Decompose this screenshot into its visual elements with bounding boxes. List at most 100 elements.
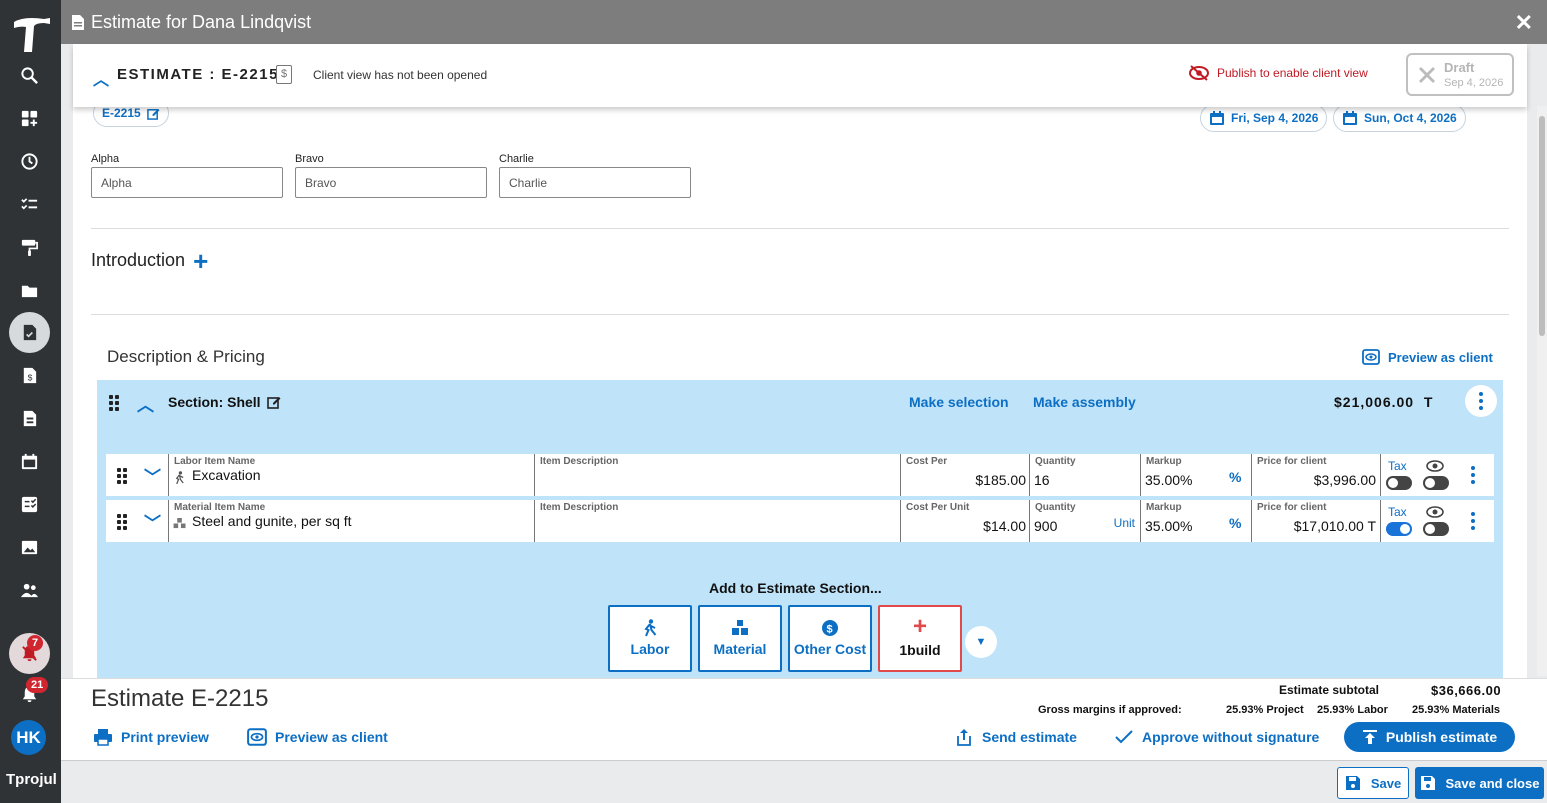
close-icon[interactable]: ✕ [1515,10,1533,36]
markup-value: 35.00% [1145,472,1193,488]
save-and-close-button[interactable]: Save and close [1415,767,1544,799]
checklist-icon[interactable] [14,189,44,219]
cost-cell[interactable]: Cost Per $185.00 [900,454,1029,496]
alerts-badge: 7 [27,635,44,651]
cost-label: Cost Per [906,456,948,467]
preview-as-client-link[interactable]: Preview as client [1362,349,1493,365]
cost-label: Cost Per Unit [906,502,970,513]
price-cell[interactable]: Price for client $3,996.00 [1251,454,1381,496]
divider [91,314,1509,315]
labor-person-icon [644,619,657,637]
end-date-chip[interactable]: Sun, Oct 4, 2026 [1333,104,1466,132]
tax-toggle[interactable] [1386,522,1412,536]
purchase-order-icon[interactable] [14,403,44,433]
make-assembly-link[interactable]: Make assembly [1033,394,1136,410]
send-estimate-button[interactable]: Send estimate [954,728,1077,746]
section-drag-handle-icon[interactable] [109,395,119,411]
estimate-section: ︿ Section: Shell Make selection Make ass… [97,380,1503,678]
collapse-header-icon[interactable]: ︿ [93,66,109,90]
quantity-cell[interactable]: Quantity 900 Unit [1029,500,1140,542]
subtotal-value: $36,666.00 [1431,683,1502,698]
material-boxes-icon [173,518,186,529]
publish-to-enable-link[interactable]: Publish to enable client view [1189,65,1368,81]
people-icon[interactable] [14,575,44,605]
visibility-toggle[interactable] [1423,476,1449,490]
price-label: Price for client [1257,456,1327,467]
markup-cell[interactable]: Markup 35.00% % [1140,454,1251,496]
estimate-modal: Estimate for Dana Lindqvist ✕ E-2215 Fri… [61,0,1547,803]
add-labor-label: Labor [630,641,670,657]
paint-roller-icon[interactable] [14,232,44,262]
more-add-options-button[interactable]: ▼ [965,626,997,658]
subtotal-label: Estimate subtotal [1279,683,1380,697]
gross-margin-project: 25.93% Project [1226,704,1304,716]
field-charlie-input[interactable] [499,167,691,198]
start-date: Fri, Sep 4, 2026 [1231,111,1319,125]
price-cell[interactable]: Price for client $17,010.00 T [1251,500,1381,542]
task-board-icon[interactable] [14,489,44,519]
section-title-text: Section: Shell [168,394,261,410]
row-more-icon[interactable] [1471,466,1475,484]
quantity-cell[interactable]: Quantity 16 [1029,454,1140,496]
item-name-cell[interactable]: Material Item Name Steel and gunite, per… [168,500,534,542]
publish-estimate-button[interactable]: Publish estimate [1344,722,1515,752]
visibility-toggle[interactable] [1423,522,1449,536]
add-other-cost-button[interactable]: $ Other Cost [788,605,872,672]
row-expand-icon[interactable]: ﹀ [144,509,161,534]
eye-icon [1362,349,1380,365]
tax-label: Tax [1388,505,1407,519]
print-preview-button[interactable]: Print preview [93,728,209,746]
bottom-action-bar: Save Save and close [61,760,1547,803]
eye-icon [1426,506,1444,518]
edit-icon[interactable] [266,395,281,409]
item-description-cell[interactable]: Item Description [534,454,900,496]
photos-icon[interactable] [14,532,44,562]
section-collapse-icon[interactable]: ︿ [137,391,154,416]
field-bravo-input[interactable] [295,167,487,198]
row-expand-icon[interactable]: ﹀ [144,463,161,488]
row-drag-handle-icon[interactable] [117,468,127,484]
make-selection-link[interactable]: Make selection [909,394,1009,410]
unit-selector[interactable]: Unit [1114,516,1135,530]
approve-without-signature-button[interactable]: Approve without signature [1114,728,1319,746]
add-material-button[interactable]: Material [698,605,782,672]
row-more-icon[interactable] [1471,512,1475,530]
hammer-logo-icon[interactable] [10,14,52,54]
markup-cell[interactable]: Markup 35.00% % [1140,500,1251,542]
folder-icon[interactable] [14,275,44,305]
footer-preview-as-client-button[interactable]: Preview as client [247,728,388,746]
markup-unit-toggle[interactable]: % [1229,469,1241,485]
calendar-icon[interactable] [14,446,44,476]
add-1build-button[interactable]: + 1build [878,605,962,672]
publish-to-enable-label: Publish to enable client view [1217,66,1368,80]
scrollbar[interactable] [1537,106,1547,676]
quantity-label: Quantity [1035,456,1076,467]
edit-icon[interactable] [146,107,160,120]
add-labor-button[interactable]: Labor [608,605,692,672]
scrollbar-thumb[interactable] [1539,116,1545,336]
user-avatar[interactable]: HK [11,720,46,755]
add-introduction-plus-icon[interactable]: + [193,248,208,274]
markup-value: 35.00% [1145,518,1193,534]
section-more-button[interactable] [1465,385,1497,417]
svg-text:$: $ [827,624,833,636]
draft-title: Draft [1444,60,1475,75]
item-name-cell[interactable]: Labor Item Name Excavation [168,454,534,496]
labor-person-icon [175,471,184,484]
estimates-icon[interactable] [9,312,50,353]
tax-toggle[interactable] [1386,476,1412,490]
field-alpha-input[interactable] [91,167,283,198]
markup-unit-toggle[interactable]: % [1229,515,1241,531]
item-description-cell[interactable]: Item Description [534,500,900,542]
scroll-area[interactable]: E-2215 Fri, Sep 4, 2026 Sun, Oct 4, 2026… [61,44,1547,678]
quantity-value: 900 [1034,518,1058,534]
invoice-icon[interactable]: $ [14,360,44,390]
cost-cell[interactable]: Cost Per Unit $14.00 [900,500,1029,542]
dashboard-icon[interactable] [14,103,44,133]
save-button[interactable]: Save [1337,767,1409,799]
search-icon[interactable] [14,60,44,90]
start-date-chip[interactable]: Fri, Sep 4, 2026 [1200,104,1328,132]
clock-icon[interactable] [14,146,44,176]
field-charlie-label: Charlie [499,153,534,165]
row-drag-handle-icon[interactable] [117,514,127,530]
